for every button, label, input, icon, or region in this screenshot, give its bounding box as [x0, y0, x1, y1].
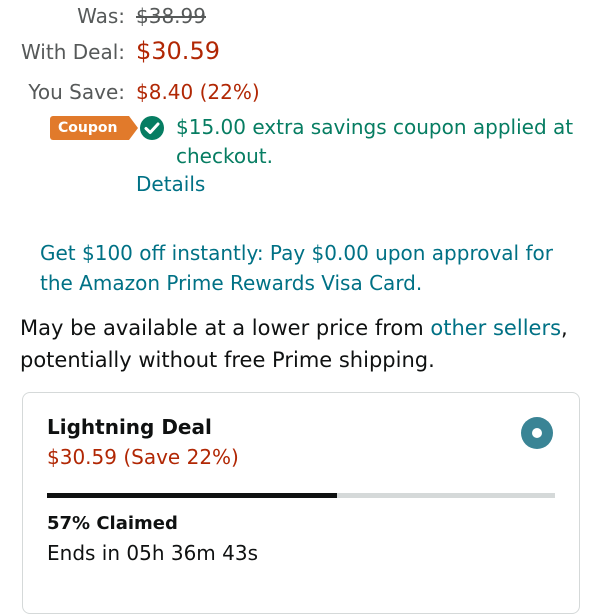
other-sellers-link[interactable]: other sellers [430, 316, 561, 340]
was-price: $38.99 [136, 4, 206, 28]
claimed-progress-fill [47, 493, 337, 498]
lightning-deal-card[interactable]: Lightning Deal $30.59 (Save 22%) 57% Cla… [22, 392, 580, 614]
savings-value: $8.40 (22%) [136, 80, 260, 104]
coupon-details-link[interactable]: Details [136, 172, 205, 196]
deal-card-price: $30.59 (Save 22%) [47, 445, 239, 469]
radio-dot [532, 428, 542, 438]
claimed-progress-bar [47, 493, 555, 498]
prime-card-offer-link[interactable]: Get $100 off instantly: Pay $0.00 upon a… [40, 238, 580, 298]
lower-price-notice: May be available at a lower price from o… [20, 312, 580, 376]
radio-selected-icon[interactable] [521, 417, 553, 449]
coupon-applied-text: $15.00 extra savings coupon applied at c… [176, 115, 574, 168]
coupon-badge: Coupon [50, 116, 139, 140]
deal-price: $30.59 [136, 37, 220, 65]
checkmark-circle-icon [140, 116, 164, 140]
you-save-label: You Save: [28, 80, 125, 104]
lower-price-prefix: May be available at a lower price from [20, 316, 431, 340]
was-label: Was: [77, 4, 125, 28]
claimed-label: 57% Claimed [47, 513, 178, 534]
deal-countdown: Ends in 05h 36m 43s [47, 541, 259, 565]
deal-title: Lightning Deal [47, 415, 212, 439]
with-deal-label: With Deal: [20, 40, 125, 64]
